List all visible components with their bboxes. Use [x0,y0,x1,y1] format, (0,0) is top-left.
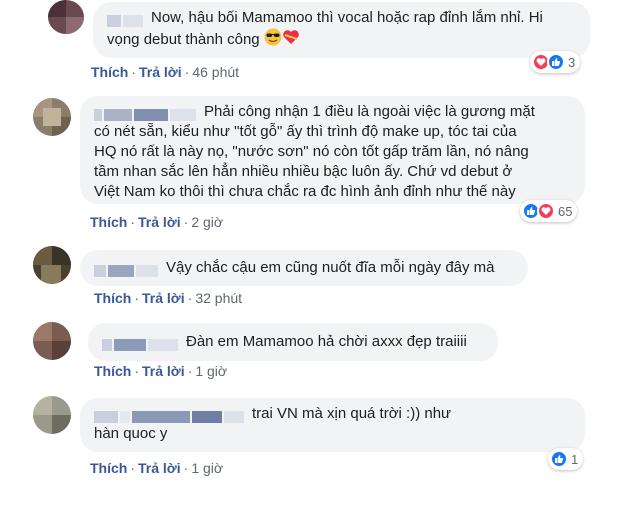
comment-actions: Thích · Trả lời · 32 phút [94,290,243,306]
comment-bubble: Đàn em Mamamoo hả chời axxx đẹp traiiii [88,323,498,361]
like-link[interactable]: Thích [90,214,127,230]
reply-link[interactable]: Trả lời [138,214,181,230]
reply-link[interactable]: Trả lời [138,460,181,476]
like-link[interactable]: Thích [94,363,131,379]
reactions-summary[interactable]: 65 [520,200,578,222]
comment-bubble: Phải công nhận 1 điều là ngoài việc là g… [80,96,585,204]
like-link[interactable]: Thích [94,290,131,306]
like-reaction-icon [550,450,568,468]
author-name[interactable] [94,407,246,424]
avatar[interactable] [33,396,71,434]
author-name[interactable] [107,11,145,28]
comment-text: Đàn em Mamamoo hả chời axxx đẹp traiiii [186,333,467,350]
comment-actions: Thích · Trả lời · 2 giờ [90,214,224,230]
comment-bubble: Vậy chắc cậu em cũng nuốt đĩa mỗi ngày đ… [80,250,528,286]
timestamp[interactable]: 32 phút [195,290,242,306]
comment-actions: Thích · Trả lời · 46 phút [91,64,240,80]
reactions-summary[interactable]: 3 [530,51,581,73]
timestamp[interactable]: 1 giờ [195,363,227,379]
timestamp[interactable]: 1 giờ [191,460,223,476]
comment-bubble: trai VN mà xịn quá trời :)) như hàn quoc… [80,398,585,452]
reply-link[interactable]: Trả lời [142,290,185,306]
avatar[interactable] [33,98,71,136]
avatar[interactable] [48,0,84,34]
comment-text: Vậy chắc cậu em cũng nuốt đĩa mỗi ngày đ… [166,259,495,276]
comment-actions: Thích · Trả lời · 1 giờ [90,460,224,476]
comment-text: trai VN mà xịn quá trời :)) như [252,405,452,422]
timestamp[interactable]: 2 giờ [191,214,223,230]
smiling-face-with-sunglasses-icon [264,28,282,52]
author-name[interactable] [94,105,198,122]
like-link[interactable]: Thích [90,460,127,476]
comment-text-line2: hàn quoc y [94,425,168,442]
like-link[interactable]: Thích [91,64,128,80]
heart-with-ribbon-icon [282,28,300,52]
avatar[interactable] [33,322,71,360]
reaction-count: 65 [558,203,573,219]
avatar[interactable] [33,246,71,284]
reaction-count: 1 [571,451,579,467]
comment-text-line2: vọng debut thành công [107,30,260,48]
timestamp[interactable]: 46 phút [192,64,239,80]
comment-bubble: Now, hậu bối Mamamoo thì vocal hoặc rap … [93,2,590,58]
comment-actions: Thích · Trả lời · 1 giờ [94,363,228,379]
comment-text: Now, hậu bối Mamamoo thì vocal hoặc rap … [151,9,543,26]
love-reaction-icon [537,202,555,220]
author-name[interactable] [102,335,180,352]
like-reaction-icon [547,53,565,71]
reaction-count: 3 [568,54,576,70]
reactions-summary[interactable]: 1 [548,448,584,470]
author-name[interactable] [94,261,160,278]
reply-link[interactable]: Trả lời [139,64,182,80]
reply-link[interactable]: Trả lời [142,363,185,379]
